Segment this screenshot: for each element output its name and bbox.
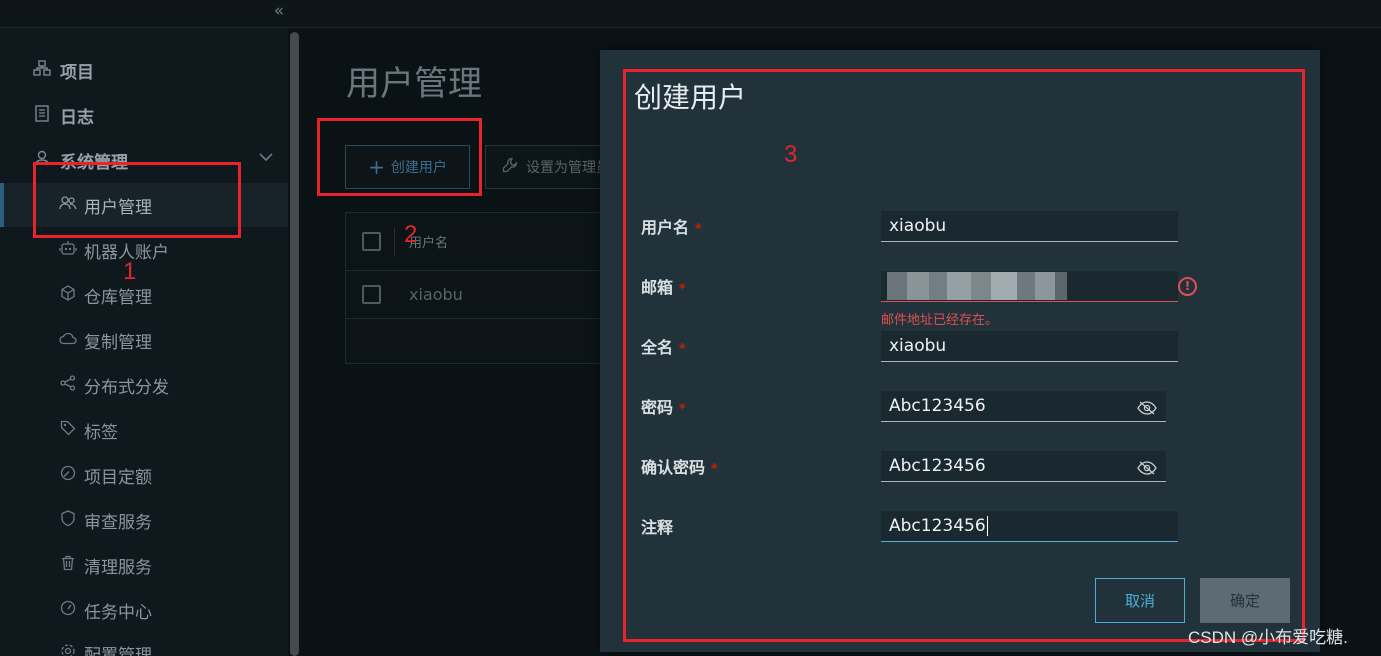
annotation-box-1 (33, 162, 241, 238)
cell-username: xiaobu (409, 285, 463, 304)
sidebar-item-label: 日志 (60, 107, 94, 128)
sidebar-item-label: 项目 (60, 62, 94, 83)
sidebar-item-label: 分布式分发 (84, 377, 169, 398)
robot-icon (58, 240, 78, 260)
nav-active-indicator (0, 183, 4, 227)
projects-icon (32, 60, 52, 80)
column-divider (394, 226, 395, 257)
sidebar-item-label: 复制管理 (84, 332, 152, 353)
set-as-admin-label: 设置为管理员 (526, 160, 610, 176)
sidebar-item-labels[interactable]: 标签 (58, 415, 118, 445)
sidebar-item-distributions[interactable]: 分布式分发 (58, 370, 169, 400)
dashboard-icon (58, 600, 78, 620)
page-title: 用户管理 (346, 64, 482, 104)
watermark: CSDN @小布爱吃糖. (1188, 628, 1348, 647)
sidebar-item-replications[interactable]: 复制管理 (58, 325, 152, 355)
table-header: 用户名 (346, 213, 624, 271)
sidebar-item-label: 任务中心 (84, 602, 152, 623)
wrench-icon (502, 157, 518, 177)
logs-icon (32, 104, 52, 126)
sidebar-item-robot-accounts[interactable]: 机器人账户 (58, 235, 169, 265)
sidebar-item-quotas[interactable]: 项目定额 (58, 460, 152, 490)
settings-icon (58, 643, 78, 656)
annotation-box-2 (317, 118, 482, 196)
select-all-checkbox[interactable] (362, 232, 381, 251)
sidebar-item-interrogation[interactable]: 审查服务 (58, 505, 152, 535)
collapse-sidebar-icon[interactable]: « (268, 2, 290, 22)
sidebar-item-projects[interactable]: 项目 (32, 55, 94, 85)
sidebar-item-label: 审查服务 (84, 512, 152, 533)
quota-icon (58, 465, 78, 485)
annotation-number-3: 3 (784, 141, 798, 168)
row-checkbox[interactable] (362, 285, 381, 304)
registry-icon (58, 285, 78, 305)
cloud-icon (58, 331, 78, 349)
sidebar-item-logs[interactable]: 日志 (32, 100, 94, 130)
sidebar-item-registries[interactable]: 仓库管理 (58, 280, 152, 310)
trash-icon (58, 555, 78, 575)
sidebar-item-label: 配置管理 (84, 645, 152, 656)
top-bar: « (0, 0, 1381, 28)
sidebar-item-label: 仓库管理 (84, 287, 152, 308)
annotation-box-3 (623, 69, 1305, 642)
shield-icon (58, 510, 78, 530)
table-row[interactable]: xiaobu (346, 271, 624, 319)
tag-icon (58, 420, 78, 440)
sidebar-scrollbar[interactable] (290, 32, 299, 656)
share-icon (58, 375, 78, 395)
sidebar-item-clean-up[interactable]: 清理服务 (58, 550, 152, 580)
annotation-number-2: 2 (404, 221, 418, 248)
chevron-down-icon[interactable] (258, 150, 274, 166)
sidebar-item-label: 标签 (84, 422, 118, 443)
annotation-number-1: 1 (123, 258, 137, 285)
sidebar-item-label: 清理服务 (84, 557, 152, 578)
sidebar-item-configuration[interactable]: 配置管理 (58, 638, 152, 656)
users-table: 用户名 xiaobu (345, 212, 625, 364)
sidebar-item-job-service[interactable]: 任务中心 (58, 595, 152, 625)
sidebar-item-label: 项目定额 (84, 467, 152, 488)
